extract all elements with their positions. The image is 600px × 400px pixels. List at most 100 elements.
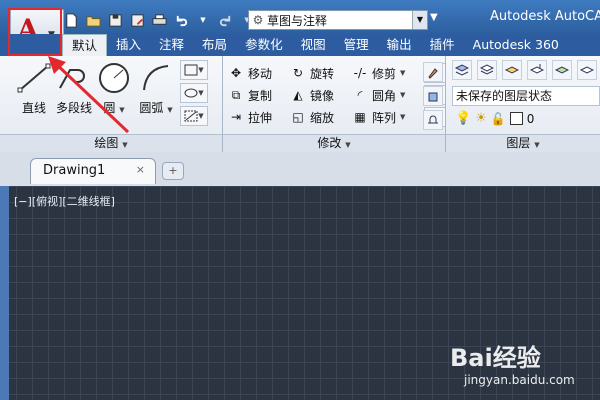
- window-title: Autodesk AutoCAD: [490, 9, 600, 24]
- customize-toolbar-button[interactable]: ▼: [430, 12, 438, 23]
- make-current-button[interactable]: [423, 62, 443, 82]
- modify-row-3: ⇥ 拉伸 ◱ 缩放 ▦ 阵列 ▼: [228, 106, 446, 128]
- layer-control[interactable]: 💡 ☀ 🔓 0: [455, 111, 534, 126]
- move-icon: ✥: [230, 66, 242, 80]
- layer-iso-button[interactable]: [502, 60, 522, 80]
- modify-row-2: ⧉ 复制 ◭ 镜像 ◜ 圆角 ▼: [228, 84, 446, 106]
- watermark-brand: Bai经验: [450, 344, 541, 372]
- tab-annotate[interactable]: 注释: [150, 34, 193, 56]
- layer-lock-button[interactable]: [423, 110, 443, 130]
- watermark: Bai经验 jingyan.baidu.com: [450, 338, 575, 387]
- gear-icon: ⚙: [252, 13, 264, 27]
- rectangle-button[interactable]: ▼: [180, 60, 208, 80]
- modify-panel-footer[interactable]: 修改 ▼: [223, 134, 445, 152]
- tab-layout[interactable]: 布局: [193, 34, 236, 56]
- current-layer-name: 0: [526, 111, 535, 126]
- tab-manage[interactable]: 管理: [335, 34, 378, 56]
- document-tab-label: Drawing1: [43, 163, 106, 178]
- tab-output[interactable]: 输出: [378, 34, 421, 56]
- arc-icon: [143, 65, 169, 91]
- undo-button[interactable]: [172, 11, 190, 29]
- layer-state-button[interactable]: [477, 60, 497, 80]
- brush-icon: [428, 68, 438, 79]
- move-button[interactable]: ✥ 移动: [228, 62, 286, 84]
- tab-plugins[interactable]: 插件: [421, 34, 464, 56]
- highlight-box: [8, 8, 62, 56]
- chevron-down-icon: ▼: [400, 69, 406, 77]
- layer-walk-button[interactable]: [577, 60, 597, 80]
- chevron-down-icon: ▼: [400, 91, 406, 99]
- ellipse-button[interactable]: ▼: [180, 83, 208, 103]
- layer-lock-icon: [428, 115, 438, 124]
- save-as-icon: [130, 13, 144, 27]
- chevron-down-icon: ▼: [400, 113, 406, 121]
- layers-panel-footer[interactable]: 图层 ▼: [446, 134, 600, 152]
- workspace-selector[interactable]: ⚙ 草图与注释 ▼: [248, 10, 428, 30]
- save-button[interactable]: [106, 11, 124, 29]
- viewport-controls[interactable]: [−][俯视][二维线框]: [14, 193, 115, 209]
- copy-button[interactable]: ⧉ 复制: [228, 84, 286, 106]
- new-file-button[interactable]: [62, 11, 80, 29]
- folder-icon: [85, 15, 101, 27]
- fillet-label: 圆角: [372, 88, 397, 103]
- layer-properties-button[interactable]: [452, 60, 472, 80]
- stretch-button[interactable]: ⇥ 拉伸: [228, 106, 286, 128]
- layer-side-tools: [423, 62, 443, 130]
- tab-view[interactable]: 视图: [292, 34, 335, 56]
- tab-autodesk-360[interactable]: Autodesk 360: [464, 34, 568, 56]
- mirror-icon: ◭: [293, 88, 303, 102]
- scale-icon: ◱: [292, 110, 304, 124]
- rectangle-icon: [184, 64, 198, 76]
- rotate-button[interactable]: ↻ 旋转: [290, 62, 348, 84]
- undo-dropdown[interactable]: ▼: [194, 11, 212, 29]
- new-tab-button[interactable]: +: [162, 162, 184, 180]
- fillet-button[interactable]: ◜ 圆角 ▼: [352, 84, 420, 106]
- layer-tool-row: [452, 60, 597, 80]
- tab-parametric[interactable]: 参数化: [236, 34, 292, 56]
- new-file-icon: [65, 12, 77, 28]
- scale-label: 缩放: [310, 110, 335, 125]
- save-as-button[interactable]: [128, 11, 146, 29]
- quick-access-toolbar: ▼ ▼: [62, 10, 256, 30]
- color-swatch: [509, 112, 523, 125]
- sun-icon: ☀: [475, 111, 487, 126]
- hatch-button[interactable]: ▼: [180, 106, 208, 126]
- arc-tool-label: 圆弧 ▼: [139, 101, 173, 115]
- copy-icon: ⧉: [231, 87, 241, 102]
- arc-tool-button[interactable]: 圆弧 ▼: [136, 60, 176, 116]
- lightbulb-icon: 💡: [455, 111, 472, 126]
- document-tab[interactable]: Drawing1 ×: [30, 158, 156, 184]
- printer-icon: [151, 13, 167, 25]
- chevron-down-icon: ▼: [200, 16, 206, 24]
- modify-tools: ✥ 移动 ↻ 旋转 -/- 修剪 ▼ ⧉ 复制 ◭ 镜像 ◜ 圆角 ▼ ⇥ 拉伸 ◱ 缩放: [228, 62, 446, 128]
- layer-freeze-button[interactable]: [423, 86, 443, 106]
- undo-icon: [176, 15, 187, 26]
- close-icon[interactable]: ×: [136, 163, 145, 176]
- print-button[interactable]: [150, 11, 168, 29]
- redo-button[interactable]: [216, 11, 234, 29]
- watermark-url: jingyan.baidu.com: [464, 373, 575, 387]
- draw-small-tools: ▼ ▼ ▼: [180, 60, 208, 126]
- fillet-icon: ◜: [357, 88, 363, 102]
- workspace-value: 草图与注释: [267, 13, 328, 28]
- trim-button[interactable]: -/- 修剪 ▼: [352, 62, 420, 84]
- layer-stack-icon: [480, 64, 494, 75]
- trim-icon: -/-: [353, 66, 367, 80]
- layer-isolate-icon: [505, 66, 519, 74]
- array-button[interactable]: ▦ 阵列 ▼: [352, 106, 420, 128]
- cube-icon: [428, 92, 438, 102]
- pointer-arrow-annotation: [48, 56, 130, 134]
- layer-state-dropdown[interactable]: 未保存的图层状态: [452, 86, 600, 106]
- scale-button[interactable]: ◱ 缩放: [290, 106, 348, 128]
- move-label: 移动: [248, 66, 273, 81]
- stretch-icon: ⇥: [230, 110, 242, 124]
- layer-match-button[interactable]: [527, 60, 547, 80]
- mirror-button[interactable]: ◭ 镜像: [290, 84, 348, 106]
- layers-panel-title: 图层: [506, 136, 531, 150]
- layer-properties-icon: [455, 64, 469, 76]
- layer-previous-button[interactable]: [552, 60, 572, 80]
- open-file-button[interactable]: [84, 11, 102, 29]
- array-label: 阵列: [372, 110, 397, 125]
- trim-label: 修剪: [372, 66, 397, 81]
- hatch-icon: [184, 110, 198, 122]
